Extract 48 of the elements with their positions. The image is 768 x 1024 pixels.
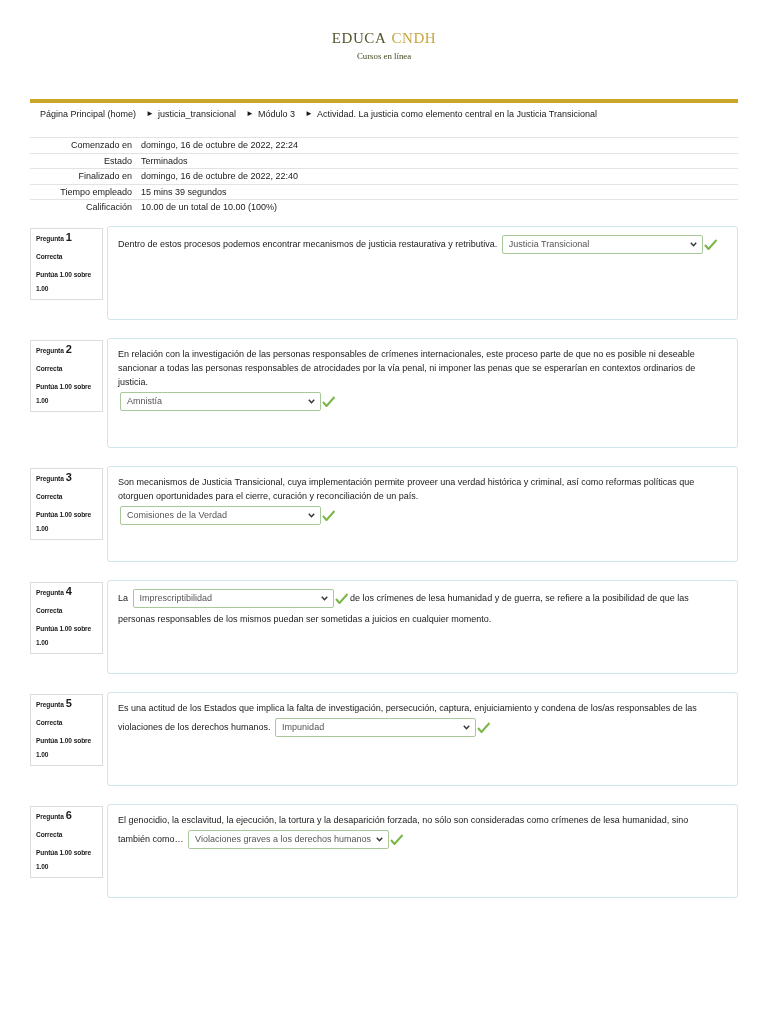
chevron-down-icon <box>308 398 315 404</box>
chevron-down-icon <box>376 836 384 842</box>
question-text: El genocidio, la esclavitud, la ejecución, la tortura y la desaparición forzada, no sólo son consideradas como crímenes de lesa humanidad, sino <box>118 813 690 827</box>
summary-value: 15 mins 39 segundos <box>141 185 227 199</box>
site-subtitle: Cursos en línea <box>356 50 412 62</box>
summary-value: Terminados <box>141 154 188 168</box>
answer-dropdown[interactable]: Violaciones graves a los derechos humanos <box>188 829 390 849</box>
chevron-down-icon <box>463 724 471 730</box>
chevron-down-icon <box>308 512 315 518</box>
question-number: 3 <box>65 470 72 483</box>
question-number: 5 <box>65 696 72 709</box>
breadcrumb-link[interactable]: Actividad. La justicia como elemento central en la Justicia Transicional <box>316 106 598 122</box>
separator-icon: ► <box>246 106 254 122</box>
site-title: CNDH <box>391 30 437 46</box>
answer-dropdown[interactable]: Imprescriptibilidad <box>132 588 334 608</box>
question-number: 1 <box>65 230 72 243</box>
question-text: Son mecanismos de Justicia Transicional, cuya implementación permite proveer una verdad histórica y criminal, así como reformas políticas que otorguen oportunidades para el cierre, curación y reconciliación de un país. <box>118 475 696 503</box>
breadcrumb-link[interactable]: Módulo 3 <box>257 106 295 122</box>
summary-value: domingo, 16 de octubre de 2022, 22:24 <box>141 139 299 152</box>
answer-dropdown[interactable]: Comisiones de la Verdad <box>120 505 321 525</box>
summary-label: Finalizado en <box>78 170 132 184</box>
answer-dropdown[interactable]: Impunidad <box>275 717 477 737</box>
question-text: de los crímenes de lesa humanidad y de guerra, se refiere a la posibilidad de que las <box>350 592 689 603</box>
separator-icon: ► <box>304 106 313 122</box>
question-text: también como… <box>118 833 184 844</box>
breadcrumb-link[interactable]: justicia_transicional <box>157 106 236 122</box>
question-text: Es una actitud de los Estados que implica la falta de investigación, persecución, captura, enjuiciamiento y condena de los/as responsables de las <box>118 701 698 715</box>
summary-label: Tiempo empleado <box>60 185 132 199</box>
breadcrumb-link[interactable]: Página Principal (home) <box>40 106 137 122</box>
question-number: 6 <box>65 808 72 821</box>
answer-dropdown[interactable]: Amnistía <box>120 391 321 411</box>
separator-icon: ► <box>146 106 154 122</box>
summary-label: Calificación <box>85 201 132 215</box>
chevron-down-icon <box>320 595 328 601</box>
site-title: EDUCA <box>331 30 387 46</box>
question-text: personas responsables de los mismos puedan ser sometidas a juicios en cualquier momento. <box>118 612 493 626</box>
question-number: 4 <box>65 584 72 597</box>
question-text: La <box>118 592 128 603</box>
summary-label: Comenzado en <box>70 139 132 152</box>
summary-label: Estado <box>103 154 132 168</box>
summary-value: domingo, 16 de octubre de 2022, 22:40 <box>141 170 299 184</box>
summary-value: 10.00 de un total de 10.00 (100%) <box>141 201 278 215</box>
chevron-down-icon <box>689 241 697 247</box>
question-text: Dentro de estos procesos podemos encontrar mecanismos de justicia restaurativa y retributiva. <box>118 238 498 249</box>
question-number: 2 <box>65 342 72 355</box>
answer-dropdown[interactable]: Justicia Transicional <box>501 234 703 254</box>
question-text: En relación con la investigación de las personas responsables de crímenes internacionales, este proceso parte de que no es posible ni deseable sancionar a todas las personas responsables de atrocidades por la vía penal, ni imponer las penas que se esperarían en contextos ordinarios de justicia. <box>118 347 697 389</box>
question-text: violaciones de los derechos humanos. <box>118 721 271 732</box>
